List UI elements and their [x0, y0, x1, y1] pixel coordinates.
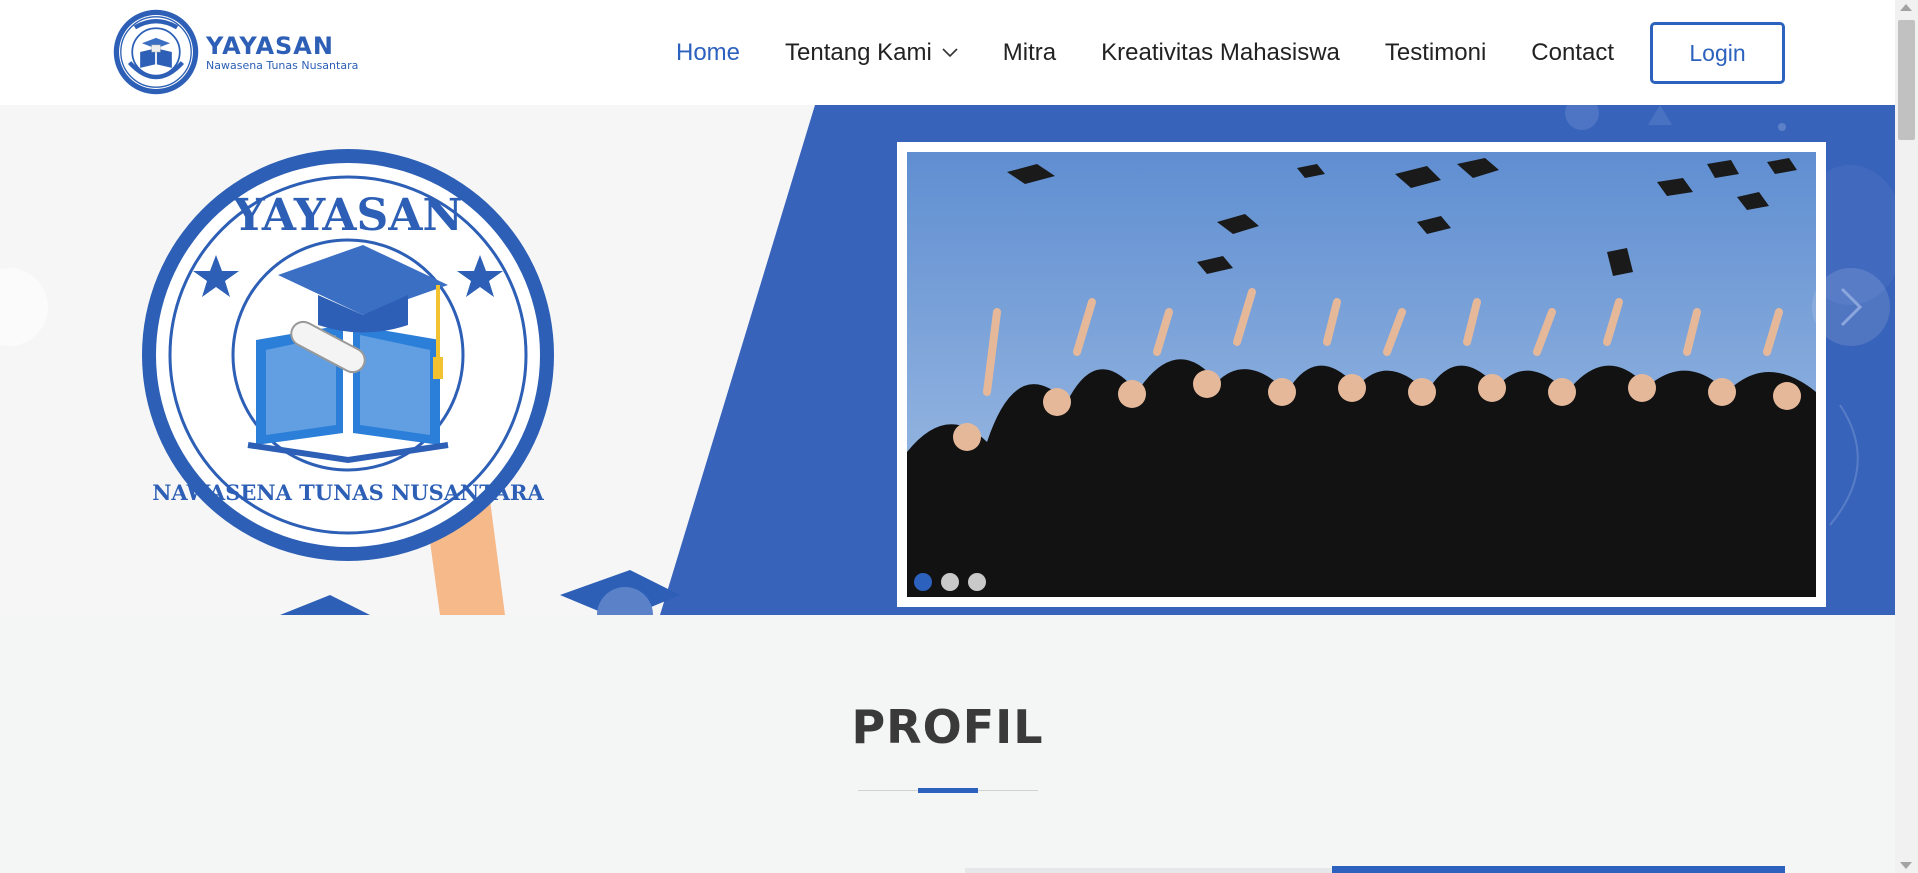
- site-header: YAYASAN Nawasena Tunas Nusantara Home Te…: [0, 0, 1895, 105]
- logo-emblem-icon: [113, 9, 199, 95]
- profil-image-edge: [965, 868, 1332, 873]
- chevron-down-icon: [942, 47, 958, 57]
- graduation-photo: [907, 152, 1816, 597]
- nav-item-label: Kreativitas Mahasiswa: [1101, 38, 1340, 66]
- chevron-right-icon: [1840, 287, 1863, 327]
- brand-title: YAYASAN: [206, 31, 334, 60]
- hero-emblem-top-text: YAYASAN: [232, 190, 462, 241]
- hero-emblem-bottom-text: NAWASENA TUNAS NUSANTARA: [152, 480, 544, 505]
- profil-accent-band: [1332, 866, 1785, 873]
- nav-item-tentang-kami[interactable]: Tentang Kami: [785, 39, 958, 67]
- nav-item-testimoni[interactable]: Testimoni: [1385, 39, 1486, 67]
- scrollbar-thumb[interactable]: [1898, 20, 1915, 140]
- hero-emblem-icon: YAYASAN NAWASENA TUNAS NUSANTARA: [142, 149, 554, 561]
- nav-item-contact[interactable]: Contact: [1531, 39, 1614, 67]
- title-divider-accent: [918, 788, 978, 793]
- slider-dot-1[interactable]: [914, 573, 932, 591]
- slider-dot-3[interactable]: [968, 573, 986, 591]
- nav-item-home[interactable]: Home: [676, 39, 740, 67]
- slider-dots: [914, 573, 995, 591]
- nav-item-label: Contact: [1531, 38, 1614, 66]
- nav-item-label: Tentang Kami: [785, 38, 932, 66]
- nav-item-label: Testimoni: [1384, 38, 1487, 66]
- slide-image[interactable]: [907, 152, 1816, 597]
- slider-dot-2[interactable]: [941, 573, 959, 591]
- nav-item-label: Home: [676, 38, 741, 66]
- login-button[interactable]: Login: [1650, 22, 1785, 84]
- nav-item-mitra[interactable]: Mitra: [1003, 39, 1056, 67]
- nav-item-label: Mitra: [1002, 38, 1057, 66]
- section-title-profil: PROFIL: [851, 700, 1044, 754]
- slide-frame: [897, 142, 1826, 607]
- nav-item-kreativitas-mahasiswa[interactable]: Kreativitas Mahasiswa: [1101, 39, 1340, 67]
- brand-subtitle: Nawasena Tunas Nusantara: [206, 58, 359, 72]
- hero-slider: YAYASAN NAWASENA TUNAS NUSANTARA: [0, 105, 1895, 615]
- main-nav: Home Tentang Kami Mitra Kreativitas Maha…: [676, 0, 1659, 105]
- scroll-up-arrow-icon[interactable]: [1900, 4, 1912, 11]
- scroll-down-arrow-icon[interactable]: [1900, 862, 1912, 869]
- slider-next-button[interactable]: [1812, 268, 1890, 346]
- brand-logo[interactable]: YAYASAN Nawasena Tunas Nusantara: [112, 8, 358, 96]
